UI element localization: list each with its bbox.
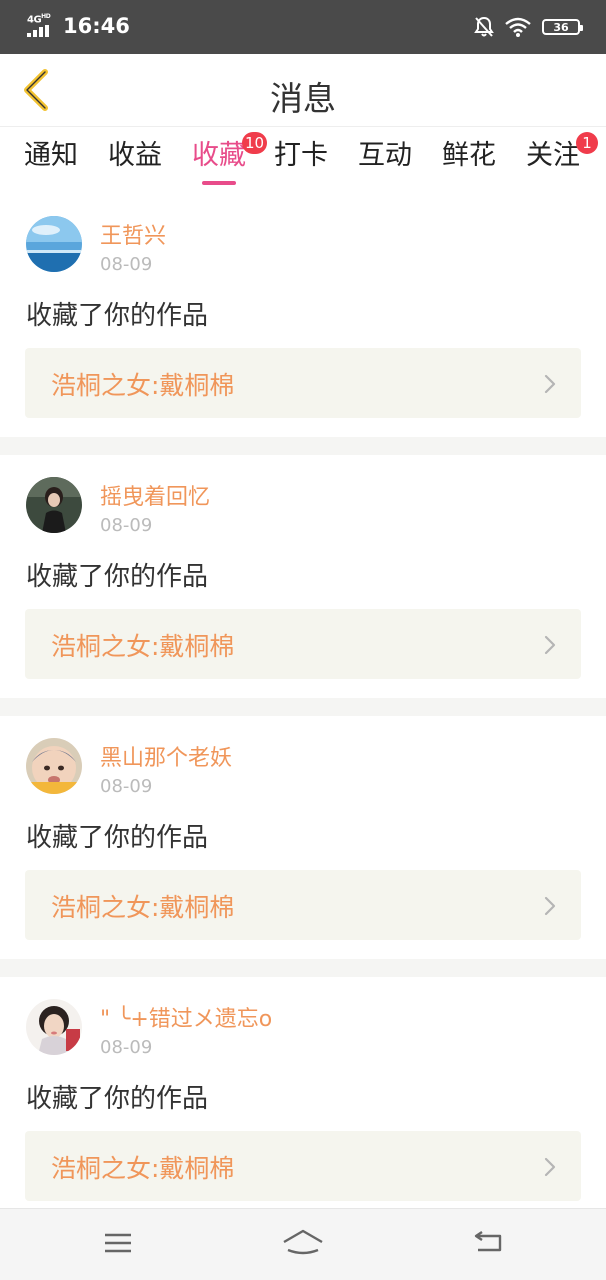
notification-card: 黑山那个老妖 08-09 收藏了你的作品 浩桐之女:戴桐棉 (0, 716, 606, 959)
active-tab-indicator (202, 181, 236, 185)
work-link[interactable]: 浩桐之女:戴桐棉 (25, 609, 581, 679)
header: 消息 (0, 54, 606, 126)
notification-list[interactable]: 王哲兴 08-09 收藏了你的作品 浩桐之女:戴桐棉 摇曳着回忆 08-09 收… (0, 194, 606, 1208)
tab-label: 收藏 (192, 140, 246, 171)
tab-label: 鲜花 (442, 140, 496, 171)
back-nav-button[interactable] (466, 1225, 510, 1261)
notification-action: 收藏了你的作品 (26, 823, 209, 853)
notification-date: 08-09 (100, 254, 153, 275)
work-link[interactable]: 浩桐之女:戴桐棉 (25, 348, 581, 418)
tab-label: 收益 (108, 140, 162, 171)
work-link[interactable]: 浩桐之女:戴桐棉 (25, 1131, 581, 1201)
menu-button[interactable] (96, 1225, 140, 1261)
chevron-right-icon (544, 896, 556, 916)
wifi-icon (505, 17, 531, 37)
notification-card: " ╰+错过メ遗忘o 08-09 收藏了你的作品 浩桐之女:戴桐棉 (0, 977, 606, 1208)
notification-action: 收藏了你的作品 (26, 562, 209, 592)
tab-flowers[interactable]: 鲜花 (442, 138, 496, 174)
chevron-right-icon (544, 1157, 556, 1177)
notification-card: 摇曳着回忆 08-09 收藏了你的作品 浩桐之女:戴桐棉 (0, 455, 606, 698)
avatar[interactable] (26, 216, 82, 272)
status-bar: 4GHD 16:46 36 (0, 0, 606, 54)
username[interactable]: 黑山那个老妖 (100, 740, 232, 772)
notification-card: 王哲兴 08-09 收藏了你的作品 浩桐之女:戴桐棉 (0, 194, 606, 437)
bell-off-icon (474, 16, 494, 37)
status-time: 16:46 (63, 14, 130, 38)
notification-action: 收藏了你的作品 (26, 301, 209, 331)
tab-favorites[interactable]: 收藏 10 (192, 132, 268, 185)
network-type: 4G (27, 14, 42, 26)
tab-bar: 通知 收益 收藏 10 打卡 互动 鲜花 关注 1 (0, 126, 606, 194)
menu-icon (105, 1233, 131, 1253)
work-link[interactable]: 浩桐之女:戴桐棉 (25, 870, 581, 940)
tab-label: 打卡 (274, 140, 328, 171)
page-title: 消息 (270, 79, 336, 118)
tab-label: 关注 (526, 140, 580, 171)
work-title: 浩桐之女:戴桐棉 (51, 632, 235, 661)
notification-action: 收藏了你的作品 (26, 1084, 209, 1114)
signal-icon: 4GHD (27, 13, 57, 39)
chevron-right-icon (544, 635, 556, 655)
username[interactable]: 王哲兴 (100, 218, 166, 250)
work-title: 浩桐之女:戴桐棉 (51, 893, 235, 922)
tab-label: 通知 (24, 140, 78, 171)
work-title: 浩桐之女:戴桐棉 (51, 1154, 235, 1183)
tab-badge: 10 (242, 132, 268, 154)
battery-icon: 36 (542, 19, 583, 35)
system-nav-bar (0, 1208, 606, 1280)
home-icon (283, 1229, 323, 1255)
home-button[interactable] (281, 1225, 325, 1261)
chevron-right-icon (544, 374, 556, 394)
username[interactable]: " ╰+错过メ遗忘o (100, 1001, 272, 1033)
back-icon (474, 1231, 502, 1252)
notification-date: 08-09 (100, 776, 153, 797)
network-hd: HD (41, 13, 51, 20)
tab-earnings[interactable]: 收益 (108, 138, 162, 174)
avatar[interactable] (26, 999, 82, 1055)
tab-interactions[interactable]: 互动 (358, 138, 412, 174)
tab-notifications[interactable]: 通知 (24, 138, 78, 174)
tab-checkin[interactable]: 打卡 (274, 138, 328, 174)
notification-date: 08-09 (100, 1037, 153, 1058)
avatar[interactable] (26, 477, 82, 533)
avatar[interactable] (26, 738, 82, 794)
tab-label: 互动 (358, 140, 412, 171)
tab-badge: 1 (576, 132, 598, 154)
username[interactable]: 摇曳着回忆 (100, 479, 210, 511)
work-title: 浩桐之女:戴桐棉 (51, 371, 235, 400)
notification-date: 08-09 (100, 515, 153, 536)
tab-follows[interactable]: 关注 1 (526, 132, 598, 174)
battery-level: 36 (553, 20, 569, 34)
